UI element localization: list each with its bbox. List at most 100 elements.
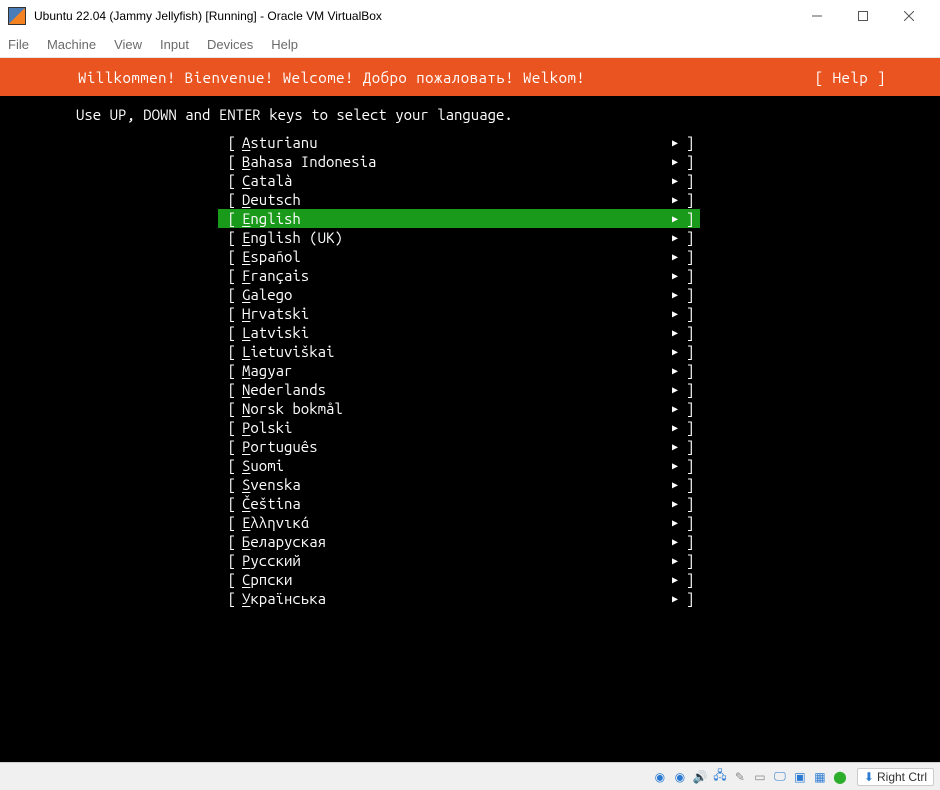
bracket-right: ] xyxy=(682,229,700,246)
audio-icon[interactable]: 🔊 xyxy=(691,768,709,786)
language-name: Ελληνικά xyxy=(236,514,668,531)
mouse-integration-icon[interactable]: ⬤ xyxy=(831,768,849,786)
language-option[interactable]: [Asturianu▶] xyxy=(218,133,700,152)
submenu-arrow-icon: ▶ xyxy=(668,137,682,149)
language-option[interactable]: [Polski▶] xyxy=(218,418,700,437)
usb-icon[interactable]: ✎ xyxy=(731,768,749,786)
bracket-right: ] xyxy=(682,191,700,208)
help-button[interactable]: [ Help ] xyxy=(815,69,926,86)
submenu-arrow-icon: ▶ xyxy=(668,156,682,168)
language-option[interactable]: [Čeština▶] xyxy=(218,494,700,513)
submenu-arrow-icon: ▶ xyxy=(668,479,682,491)
harddisk-icon[interactable]: ◉ xyxy=(651,768,669,786)
submenu-arrow-icon: ▶ xyxy=(668,327,682,339)
bracket-right: ] xyxy=(682,400,700,417)
language-option[interactable]: [Magyar▶] xyxy=(218,361,700,380)
language-option[interactable]: [Português▶] xyxy=(218,437,700,456)
menubar: File Machine View Input Devices Help xyxy=(0,32,940,58)
bracket-left: [ xyxy=(218,191,236,208)
submenu-arrow-icon: ▶ xyxy=(668,593,682,605)
submenu-arrow-icon: ▶ xyxy=(668,384,682,396)
hostkey-indicator[interactable]: ⬇ Right Ctrl xyxy=(857,768,934,786)
bracket-right: ] xyxy=(682,514,700,531)
language-option[interactable]: [Русский▶] xyxy=(218,551,700,570)
submenu-arrow-icon: ▶ xyxy=(668,213,682,225)
arrow-down-icon: ⬇ xyxy=(864,770,874,784)
bracket-right: ] xyxy=(682,134,700,151)
language-option[interactable]: [Deutsch▶] xyxy=(218,190,700,209)
statusbar: ◉ ◉ 🔊 🖧 ✎ ▭ 🖵 ▣ ▦ ⬤ ⬇ Right Ctrl xyxy=(0,762,940,790)
language-option[interactable]: [Català▶] xyxy=(218,171,700,190)
language-name: Deutsch xyxy=(236,191,668,208)
language-option[interactable]: [Lietuviškai▶] xyxy=(218,342,700,361)
greeting-text: Willkommen! Bienvenue! Welcome! Добро по… xyxy=(14,69,815,86)
menu-file[interactable]: File xyxy=(8,37,29,52)
language-option[interactable]: [Norsk bokmål▶] xyxy=(218,399,700,418)
bracket-right: ] xyxy=(682,362,700,379)
language-name: Norsk bokmål xyxy=(236,400,668,417)
instruction-text: Use UP, DOWN and ENTER keys to select yo… xyxy=(0,96,940,133)
language-option[interactable]: [Hrvatski▶] xyxy=(218,304,700,323)
language-name: Latviski xyxy=(236,324,668,341)
bracket-left: [ xyxy=(218,343,236,360)
maximize-button[interactable] xyxy=(840,0,886,32)
bracket-right: ] xyxy=(682,343,700,360)
menu-devices[interactable]: Devices xyxy=(207,37,253,52)
bracket-right: ] xyxy=(682,590,700,607)
language-option[interactable]: [Latviski▶] xyxy=(218,323,700,342)
bracket-left: [ xyxy=(218,305,236,322)
bracket-left: [ xyxy=(218,533,236,550)
language-option[interactable]: [English▶] xyxy=(218,209,700,228)
menu-input[interactable]: Input xyxy=(160,37,189,52)
submenu-arrow-icon: ▶ xyxy=(668,346,682,358)
display-icon[interactable]: 🖵 xyxy=(771,768,789,786)
language-option[interactable]: [Español▶] xyxy=(218,247,700,266)
submenu-arrow-icon: ▶ xyxy=(668,460,682,472)
shared-folder-icon[interactable]: ▭ xyxy=(751,768,769,786)
cpu-icon[interactable]: ▦ xyxy=(811,768,829,786)
close-button[interactable] xyxy=(886,0,932,32)
language-list[interactable]: [Asturianu▶][Bahasa Indonesia▶][Català▶]… xyxy=(0,133,940,608)
submenu-arrow-icon: ▶ xyxy=(668,517,682,529)
menu-view[interactable]: View xyxy=(114,37,142,52)
bracket-right: ] xyxy=(682,324,700,341)
window-title: Ubuntu 22.04 (Jammy Jellyfish) [Running]… xyxy=(34,9,794,23)
language-name: English (UK) xyxy=(236,229,668,246)
language-option[interactable]: [Bahasa Indonesia▶] xyxy=(218,152,700,171)
bracket-left: [ xyxy=(218,362,236,379)
submenu-arrow-icon: ▶ xyxy=(668,536,682,548)
language-option[interactable]: [Suomi▶] xyxy=(218,456,700,475)
recording-icon[interactable]: ▣ xyxy=(791,768,809,786)
language-option[interactable]: [Français▶] xyxy=(218,266,700,285)
language-name: Svenska xyxy=(236,476,668,493)
menu-machine[interactable]: Machine xyxy=(47,37,96,52)
submenu-arrow-icon: ▶ xyxy=(668,555,682,567)
language-name: Català xyxy=(236,172,668,189)
bracket-left: [ xyxy=(218,324,236,341)
submenu-arrow-icon: ▶ xyxy=(668,574,682,586)
language-option[interactable]: [Galego▶] xyxy=(218,285,700,304)
optical-icon[interactable]: ◉ xyxy=(671,768,689,786)
language-option[interactable]: [Українська▶] xyxy=(218,589,700,608)
bracket-right: ] xyxy=(682,419,700,436)
minimize-button[interactable] xyxy=(794,0,840,32)
menu-help[interactable]: Help xyxy=(271,37,298,52)
bracket-right: ] xyxy=(682,381,700,398)
submenu-arrow-icon: ▶ xyxy=(668,498,682,510)
bracket-right: ] xyxy=(682,305,700,322)
hostkey-label: Right Ctrl xyxy=(877,770,927,784)
language-option[interactable]: [English (UK)▶] xyxy=(218,228,700,247)
submenu-arrow-icon: ▶ xyxy=(668,194,682,206)
language-option[interactable]: [Svenska▶] xyxy=(218,475,700,494)
language-option[interactable]: [Ελληνικά▶] xyxy=(218,513,700,532)
bracket-left: [ xyxy=(218,514,236,531)
language-name: Bahasa Indonesia xyxy=(236,153,668,170)
network-icon[interactable]: 🖧 xyxy=(711,768,729,786)
vm-display[interactable]: Willkommen! Bienvenue! Welcome! Добро по… xyxy=(0,58,940,762)
bracket-left: [ xyxy=(218,552,236,569)
language-option[interactable]: [Беларуская▶] xyxy=(218,532,700,551)
language-option[interactable]: [Српски▶] xyxy=(218,570,700,589)
bracket-right: ] xyxy=(682,495,700,512)
bracket-left: [ xyxy=(218,153,236,170)
language-option[interactable]: [Nederlands▶] xyxy=(218,380,700,399)
